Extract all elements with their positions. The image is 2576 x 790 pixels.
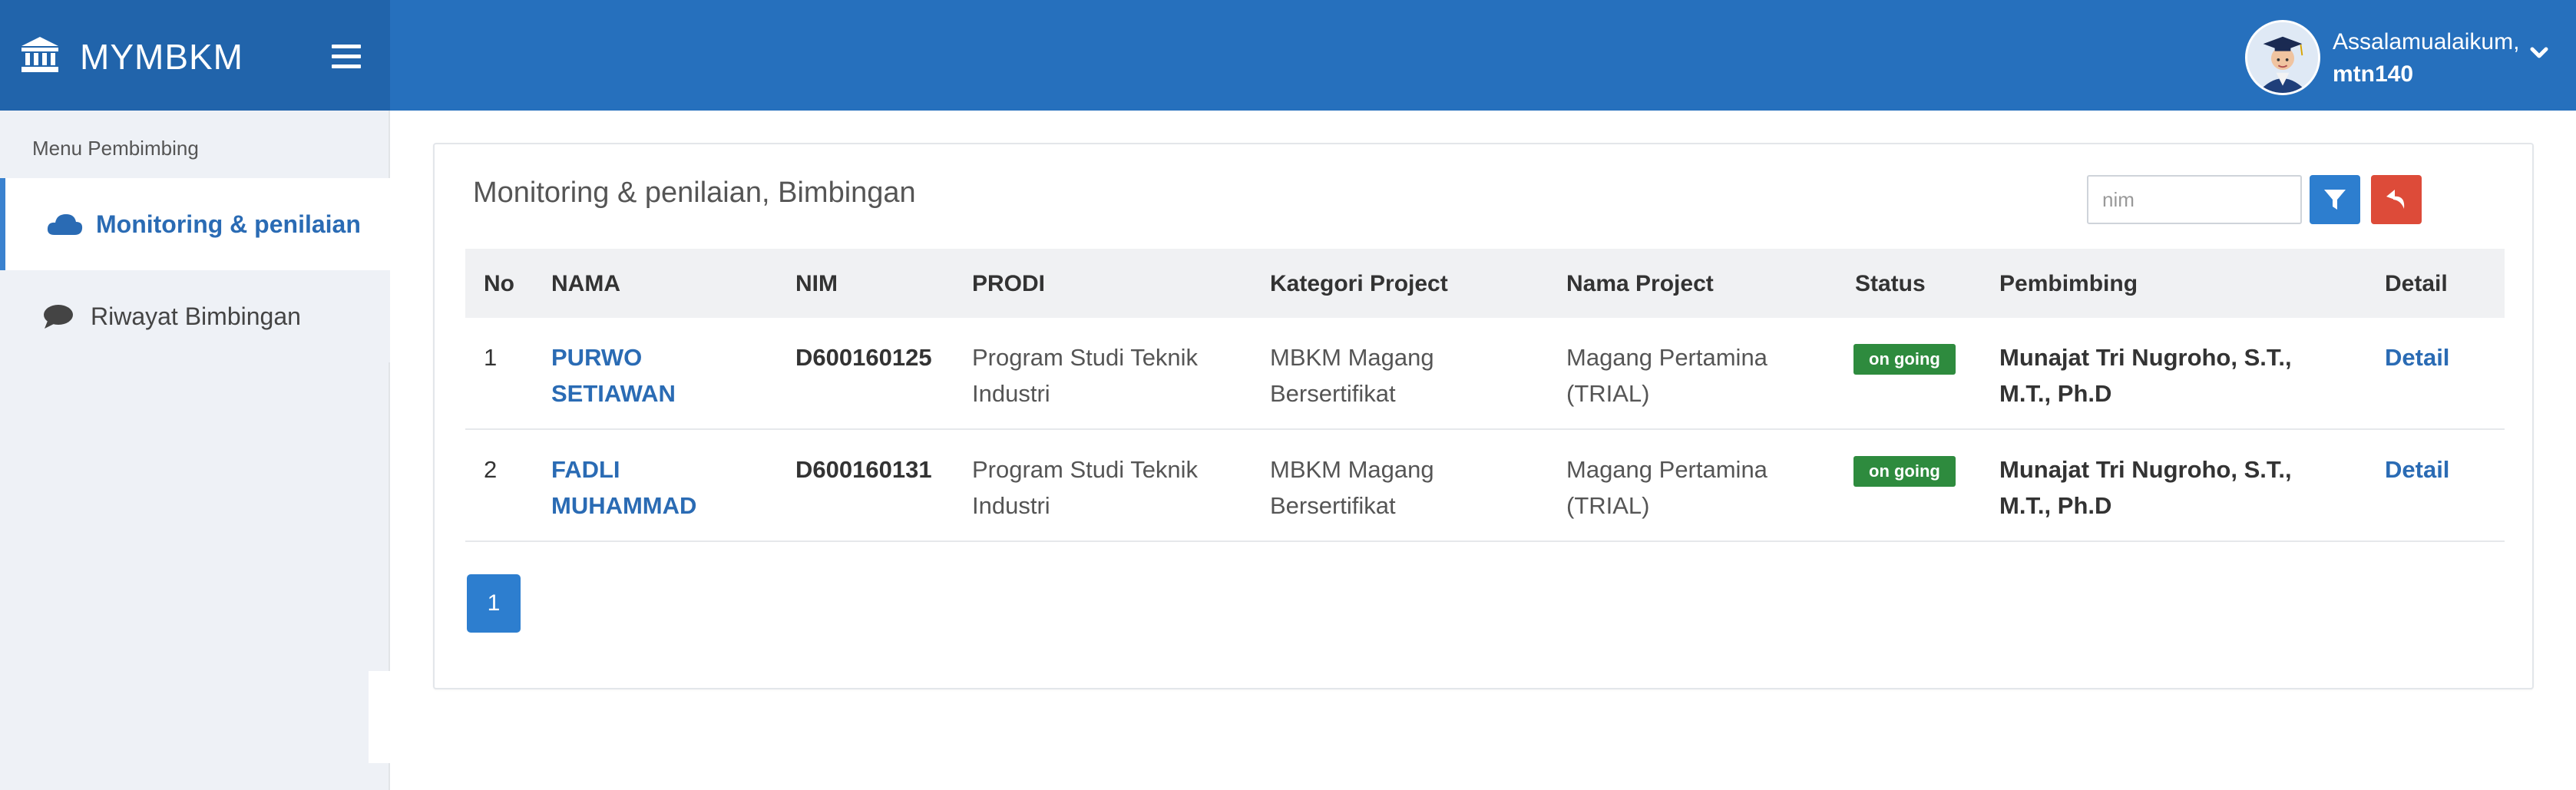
cell-nama-project: Magang Pertamina (TRIAL) — [1566, 339, 1767, 412]
project-line: (TRIAL) — [1566, 380, 1650, 407]
sidebar-divider — [369, 671, 392, 763]
student-name-line: SETIAWAN — [551, 380, 676, 407]
panel-title: Monitoring & penilaian, Bimbingan — [473, 177, 916, 209]
prodi-line: Industri — [972, 492, 1050, 519]
cell-pembimbing: Munajat Tri Nugroho, S.T., M.T., Ph.D — [1999, 339, 2368, 412]
sidebar-item-label: Monitoring & penilaian — [96, 210, 361, 238]
bank-icon — [21, 37, 58, 72]
detail-link[interactable]: Detail — [2385, 339, 2449, 375]
table-header: No NAMA NIM PRODI Kategori Project Nama … — [465, 249, 2505, 318]
avatar — [2245, 20, 2320, 95]
pembimbing-line: M.T., Ph.D — [1999, 492, 2112, 519]
project-line: (TRIAL) — [1566, 492, 1650, 519]
column-header-nama-project: Nama Project — [1566, 271, 1714, 296]
status-badge: on going — [1853, 344, 1956, 375]
app-root: MYMBKM Assalamualaikum, mtn140 Menu Pemb… — [0, 0, 2576, 790]
cell-kategori: MBKM Magang Bersertifikat — [1270, 339, 1434, 412]
column-header-detail: Detail — [2385, 271, 2448, 296]
column-header-nim: NIM — [795, 271, 838, 296]
kategori-line: Bersertifikat — [1270, 492, 1396, 519]
hamburger-bar — [332, 55, 361, 58]
hamburger-bar — [332, 45, 361, 48]
sidebar: Menu Pembimbing Monitoring & penilaian R… — [0, 111, 392, 790]
hamburger-bar — [332, 64, 361, 68]
prodi-line: Program Studi Teknik — [972, 456, 1199, 483]
sidebar-item-label: Riwayat Bimbingan — [91, 302, 301, 330]
student-name-link[interactable]: PURWO SETIAWAN — [551, 339, 751, 412]
project-line: Magang Pertamina — [1566, 456, 1767, 483]
pembimbing-line: Munajat Tri Nugroho, S.T., — [1999, 456, 2292, 483]
status-badge: on going — [1853, 456, 1956, 487]
reset-button[interactable] — [2371, 175, 2422, 224]
pembimbing-line: Munajat Tri Nugroho, S.T., — [1999, 344, 2292, 371]
cell-prodi: Program Studi Teknik Industri — [972, 451, 1198, 524]
student-name-link[interactable]: FADLI MUHAMMAD — [551, 451, 751, 524]
column-header-no: No — [484, 271, 514, 296]
column-header-kategori: Kategori Project — [1270, 271, 1448, 296]
prodi-line: Program Studi Teknik — [972, 344, 1199, 371]
top-navbar: MYMBKM Assalamualaikum, mtn140 — [0, 0, 2576, 111]
student-name-line: MUHAMMAD — [551, 492, 697, 519]
cell-nim: D600160125 — [795, 344, 932, 371]
filter-icon — [2324, 190, 2346, 210]
cell-prodi: Program Studi Teknik Industri — [972, 339, 1198, 412]
kategori-line: Bersertifikat — [1270, 380, 1396, 407]
cell-pembimbing: Munajat Tri Nugroho, S.T., M.T., Ph.D — [1999, 451, 2368, 524]
username-text: mtn140 — [2333, 61, 2414, 87]
undo-icon — [2386, 190, 2405, 209]
brand-area[interactable]: MYMBKM — [0, 0, 390, 111]
column-header-nama: NAMA — [551, 271, 620, 296]
brand-name: MYMBKM — [80, 37, 243, 77]
filter-button[interactable] — [2310, 175, 2360, 224]
user-menu[interactable]: Assalamualaikum, mtn140 — [2245, 18, 2560, 95]
cell-nim: D600160131 — [795, 456, 932, 483]
sidebar-toggle-button[interactable] — [332, 45, 361, 68]
project-line: Magang Pertamina — [1566, 344, 1767, 371]
column-header-status: Status — [1855, 271, 1926, 296]
column-header-pembimbing: Pembimbing — [1999, 271, 2138, 296]
chevron-down-icon — [2530, 47, 2548, 58]
student-name-line: PURWO — [551, 344, 643, 371]
column-header-prodi: PRODI — [972, 271, 1046, 296]
sidebar-menu-header: Menu Pembimbing — [32, 137, 199, 160]
sidebar-item-riwayat[interactable]: Riwayat Bimbingan — [0, 270, 390, 362]
detail-link[interactable]: Detail — [2385, 451, 2449, 488]
table-row: 1 PURWO SETIAWAN D600160125 Program Stud… — [465, 318, 2505, 430]
sidebar-item-monitoring[interactable]: Monitoring & penilaian — [0, 178, 390, 270]
pagination-page-button[interactable]: 1 — [467, 574, 521, 633]
cell-nama-project: Magang Pertamina (TRIAL) — [1566, 451, 1767, 524]
cell-kategori: MBKM Magang Bersertifikat — [1270, 451, 1434, 524]
kategori-line: MBKM Magang — [1270, 344, 1434, 371]
monitoring-panel: Monitoring & penilaian, Bimbingan No NAM… — [433, 143, 2534, 689]
cell-no: 1 — [484, 344, 498, 371]
greeting-text: Assalamualaikum, — [2333, 29, 2520, 55]
cell-no: 2 — [484, 456, 498, 483]
comment-icon — [44, 305, 73, 329]
pembimbing-line: M.T., Ph.D — [1999, 380, 2112, 407]
kategori-line: MBKM Magang — [1270, 456, 1434, 483]
cloud-icon — [47, 214, 83, 235]
table-row: 2 FADLI MUHAMMAD D600160131 Program Stud… — [465, 430, 2505, 542]
prodi-line: Industri — [972, 380, 1050, 407]
graduate-avatar-icon — [2247, 22, 2318, 93]
nim-search-input[interactable] — [2087, 175, 2302, 224]
student-name-line: FADLI — [551, 456, 620, 483]
